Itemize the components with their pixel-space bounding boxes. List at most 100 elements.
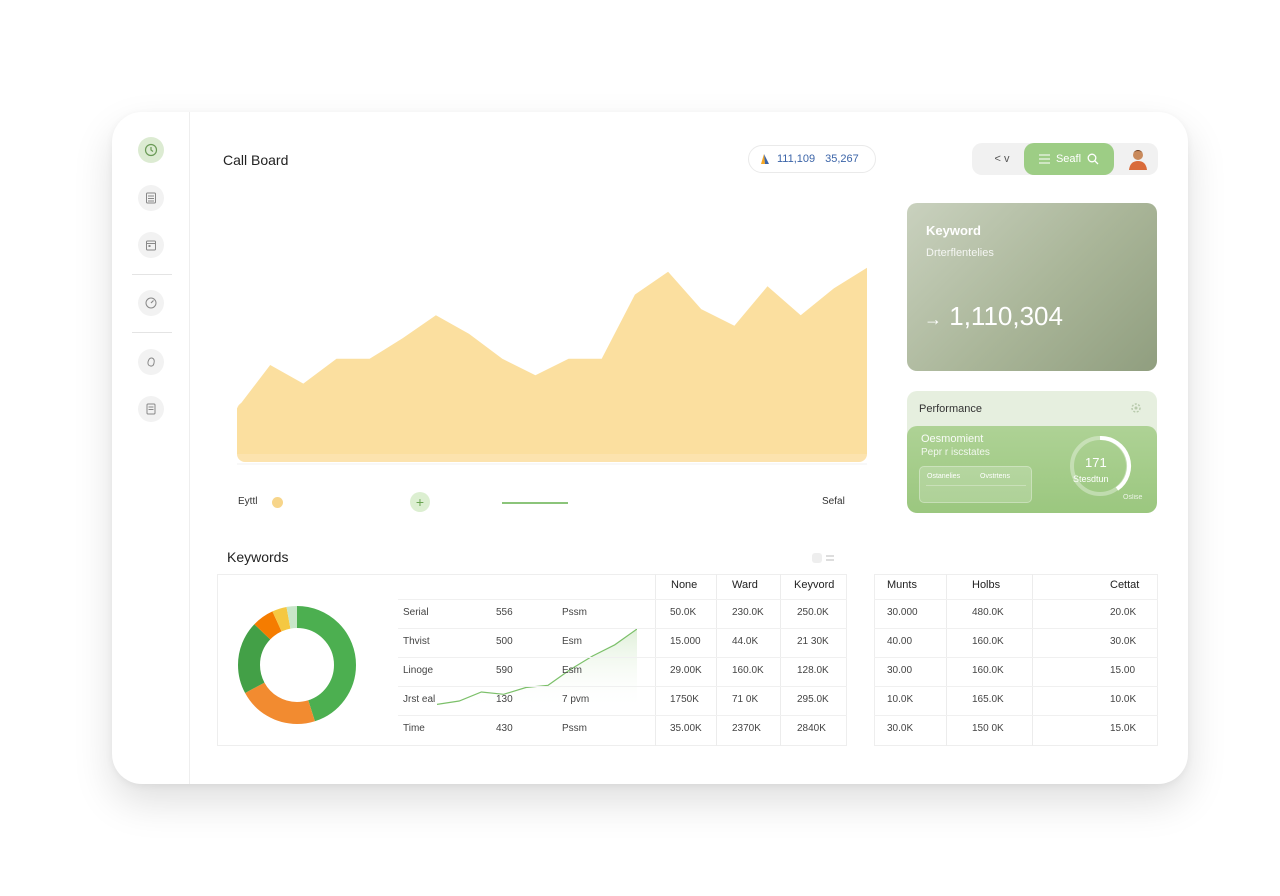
- row-value: 15.000: [670, 636, 701, 647]
- row-value: 480.0K: [972, 607, 1004, 618]
- gauge-label: Stesdtun: [1073, 474, 1109, 484]
- row-value: 35.00K: [670, 723, 702, 734]
- add-series-button[interactable]: +: [410, 492, 430, 512]
- donut-chart: [238, 606, 356, 724]
- keyword-card-value: → 1,110,304: [924, 301, 1063, 332]
- row-value: 230.0K: [732, 607, 764, 618]
- row-value: 15.00: [1110, 665, 1136, 676]
- settings-icon[interactable]: [1129, 401, 1143, 415]
- language-dropdown[interactable]: < v: [982, 143, 1022, 175]
- row-value: 10.0K: [1110, 694, 1137, 705]
- row-value: 1750K: [670, 694, 699, 705]
- row-number: 500: [496, 636, 513, 647]
- row-value: 71 0K: [732, 694, 759, 705]
- row-value: 29.00K: [670, 665, 702, 676]
- sparkline-chart: [437, 628, 637, 710]
- chart-legend: Eyttl + Sefal: [234, 490, 864, 514]
- performance-mini-table: Ostanelies Ovstrtens: [919, 466, 1032, 503]
- row-divider: [874, 686, 1158, 687]
- row-divider: [398, 628, 847, 629]
- list-icon: [1038, 154, 1050, 164]
- legend-left-label: Eyttl: [238, 496, 258, 507]
- thumb-icon[interactable]: [138, 349, 164, 375]
- column-header: Keyvord: [794, 579, 835, 591]
- column-header: Holbs: [972, 579, 1001, 591]
- row-value: 160.0K: [972, 665, 1004, 676]
- stat-value-2: 35,267: [825, 153, 859, 165]
- calendar-icon[interactable]: [138, 232, 164, 258]
- search-label: Seafl: [1055, 153, 1082, 165]
- area-series: [237, 267, 867, 454]
- performance-card[interactable]: Performance Oesmomient Pepr r iscstates …: [907, 391, 1157, 513]
- gauge-corner-label: Oslise: [1123, 494, 1143, 501]
- row-value: 30.0K: [887, 723, 914, 734]
- row-value: 250.0K: [797, 607, 829, 618]
- column-header: None: [671, 579, 698, 591]
- sidebar-divider: [132, 274, 172, 275]
- keyword-value: 1,110,304: [949, 301, 1063, 331]
- performance-panel: Oesmomient Pepr r iscstates Ostanelies O…: [907, 426, 1157, 513]
- row-value: 160.0K: [972, 636, 1004, 647]
- page-title: Call Board: [223, 152, 289, 168]
- row-name: Linoge: [403, 665, 434, 676]
- column-header: Cettat: [1110, 579, 1140, 591]
- mini-divider: [926, 485, 1026, 486]
- row-value: 20.0K: [1110, 607, 1137, 618]
- row-value: 160.0K: [732, 665, 764, 676]
- row-value: 165.0K: [972, 694, 1004, 705]
- row-value: 40.00: [887, 636, 913, 647]
- row-value: 30.000: [887, 607, 918, 618]
- row-number: 430: [496, 723, 513, 734]
- row-value: 295.0K: [797, 694, 829, 705]
- performance-line-2: Pepr r iscstates: [921, 447, 990, 458]
- row-divider: [874, 657, 1158, 658]
- row-name: Thvist: [403, 636, 430, 647]
- row-value: 2840K: [797, 723, 826, 734]
- brand-logo-icon: [761, 154, 769, 164]
- gauge-value: 171: [1085, 455, 1107, 470]
- row-term: Esm: [562, 636, 582, 647]
- row-number: 556: [496, 607, 513, 618]
- row-term: Pssm: [562, 723, 587, 734]
- legend-right-label: Sefal: [822, 496, 845, 507]
- row-divider: [398, 657, 847, 658]
- row-value: 128.0K: [797, 665, 829, 676]
- row-value: 30.00: [887, 665, 913, 676]
- stat-value-1: 111,109: [777, 153, 816, 165]
- row-divider: [874, 715, 1158, 716]
- gauge-icon[interactable]: [138, 290, 164, 316]
- row-name: Jrst eal: [403, 694, 436, 705]
- document-icon[interactable]: [138, 396, 164, 422]
- row-term: Pssm: [562, 607, 587, 618]
- row-number: 130: [496, 694, 513, 705]
- row-value: 10.0K: [887, 694, 914, 705]
- row-value: 15.0K: [1110, 723, 1137, 734]
- user-avatar[interactable]: [1128, 148, 1148, 170]
- column-header: Ward: [732, 579, 758, 591]
- search-icon: [1087, 153, 1099, 165]
- row-name: Time: [403, 723, 425, 734]
- row-value: 2370K: [732, 723, 761, 734]
- area-chart: [237, 267, 867, 465]
- column-header: Munts: [887, 579, 917, 591]
- calculator-icon[interactable]: [138, 185, 164, 211]
- sidebar-divider: [132, 332, 172, 333]
- row-term: 7 pvm: [562, 694, 590, 705]
- legend-dot: [272, 497, 283, 508]
- row-divider: [398, 686, 847, 687]
- arrow-icon: →: [924, 309, 942, 329]
- performance-line-1: Oesmomient: [921, 433, 984, 445]
- stats-pill[interactable]: 111,109 35,267: [748, 145, 876, 173]
- keywords-title: Keywords: [227, 549, 289, 565]
- keyword-card-title: Keyword: [926, 223, 981, 238]
- clock-icon[interactable]: [138, 137, 164, 163]
- row-divider: [874, 628, 1158, 629]
- view-toggle-icon[interactable]: [812, 552, 840, 564]
- legend-line: [502, 502, 568, 504]
- search-button[interactable]: Seafl: [1024, 143, 1114, 175]
- header-divider: [398, 599, 847, 600]
- app-window: Call Board 111,109 35,267 < v Seafl Eytt…: [112, 112, 1188, 784]
- keyword-card[interactable]: Keyword Drterflentelies → 1,110,304: [907, 203, 1157, 371]
- keyword-card-subtitle: Drterflentelies: [926, 247, 994, 259]
- row-value: 21 30K: [797, 636, 829, 647]
